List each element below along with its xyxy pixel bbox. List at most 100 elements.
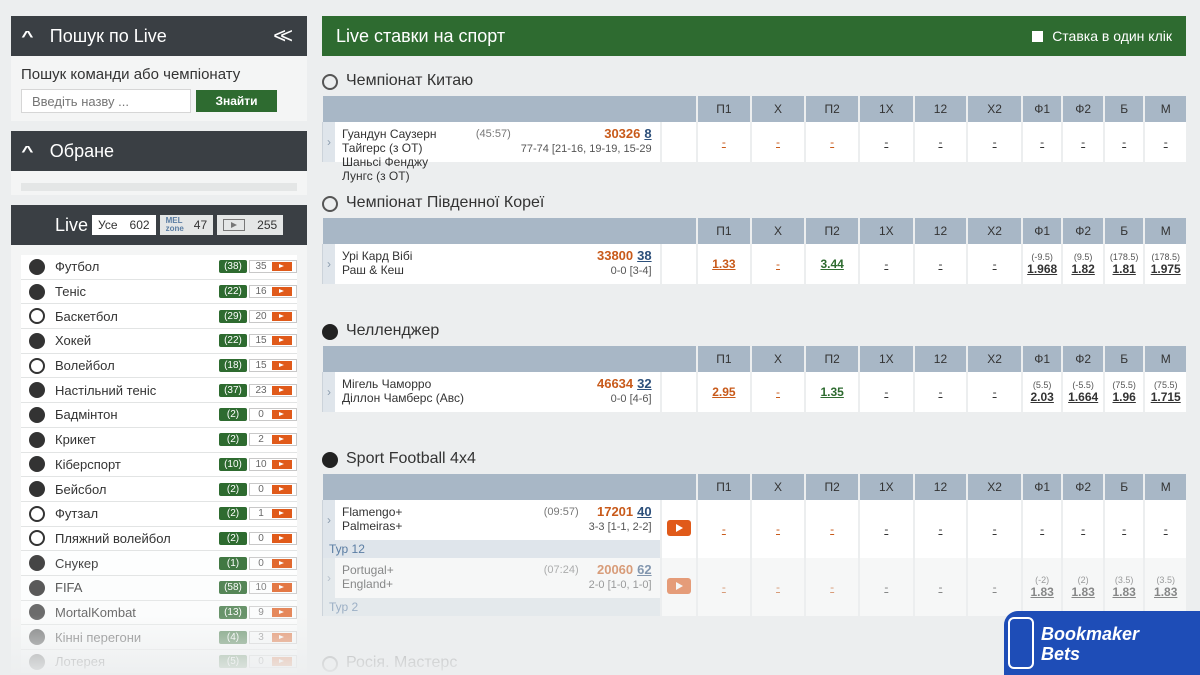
odds-value[interactable]: - <box>938 257 942 271</box>
odds-value[interactable]: 1.82 <box>1071 262 1094 276</box>
odds-cell[interactable]: 1.33 <box>696 244 751 284</box>
expand-icon[interactable]: › <box>323 372 335 412</box>
odds-value[interactable]: - <box>884 135 888 149</box>
match-row[interactable]: › Мігель Чаморро Діллон Чамберс (Авс) 46634… <box>321 372 1186 412</box>
odds-cell[interactable]: - <box>1061 122 1104 162</box>
odds-value[interactable]: - <box>776 135 780 149</box>
odds-value[interactable]: - <box>830 580 834 594</box>
sport-item[interactable]: Настільний теніс (37) 23 <box>21 378 297 404</box>
sport-video-count[interactable]: 15 <box>249 334 297 348</box>
odds-value[interactable]: 2.95 <box>712 385 735 399</box>
match-teams[interactable]: Урі Кард Вібі Раш & Кеш <box>335 244 587 284</box>
markets-count[interactable]: 40 <box>637 504 651 519</box>
sport-video-count[interactable]: 9 <box>249 605 297 619</box>
odds-value[interactable]: - <box>830 522 834 536</box>
odds-value[interactable]: - <box>722 522 726 536</box>
sport-item[interactable]: Баскетбол (29) 20 <box>21 304 297 330</box>
odds-value[interactable]: - <box>1040 135 1044 149</box>
sport-video-count[interactable]: 15 <box>249 359 297 373</box>
odds-cell[interactable]: (178.5) 1.81 <box>1102 244 1145 284</box>
play-video-icon[interactable] <box>666 577 691 594</box>
odds-value[interactable]: - <box>1122 522 1126 536</box>
search-input[interactable] <box>21 89 191 113</box>
odds-value[interactable]: - <box>938 135 942 149</box>
odds-cell[interactable]: - <box>912 372 968 412</box>
odds-value[interactable]: 1.33 <box>712 257 735 271</box>
sport-video-count[interactable]: 16 <box>249 285 297 299</box>
odds-value[interactable]: - <box>830 135 834 149</box>
odds-cell[interactable]: - <box>912 558 968 616</box>
sport-item[interactable]: Бадмінтон (2) 0 <box>21 403 297 428</box>
odds-cell[interactable]: (3.5) 1.83 <box>1102 558 1145 616</box>
odds-cell[interactable]: (-9.5) 1.968 <box>1020 244 1063 284</box>
sport-video-count[interactable]: 10 <box>249 581 297 595</box>
sport-video-count[interactable]: 3 <box>249 630 297 644</box>
odds-value[interactable]: 1.83 <box>1112 585 1135 599</box>
odds-cell[interactable]: - <box>1143 500 1186 558</box>
sport-item[interactable]: Крикет (2) 2 <box>21 427 297 453</box>
odds-cell[interactable]: - <box>966 244 1022 284</box>
odds-cell[interactable]: 2.95 <box>696 372 751 412</box>
championship-title[interactable]: Чемпіонат Південної Кореї <box>322 178 1186 218</box>
markets-count[interactable]: 8 <box>644 126 651 141</box>
odds-cell[interactable]: - <box>857 372 914 412</box>
odds-cell[interactable]: - <box>804 500 859 558</box>
odds-value[interactable]: - <box>1164 522 1168 536</box>
odds-cell[interactable]: - <box>857 500 914 558</box>
odds-cell[interactable]: - <box>912 500 968 558</box>
odds-value[interactable]: - <box>993 135 997 149</box>
match-info[interactable]: › Урі Кард Вібі Раш & Кеш 33800 38 0-0 [3-4] <box>321 244 661 284</box>
match-row[interactable]: › Flamengo+ Palmeiras+ (09:57) 17201 40 3-3 [1… <box>321 500 1186 558</box>
odds-cell[interactable]: - <box>1102 500 1145 558</box>
markets-count[interactable]: 62 <box>637 562 651 577</box>
odds-cell[interactable]: - <box>857 122 914 162</box>
match-teams[interactable]: Flamengo+ Palmeiras+ <box>335 500 519 540</box>
expand-icon[interactable]: › <box>323 122 335 162</box>
odds-cell[interactable]: - <box>749 500 806 558</box>
odds-cell[interactable]: - <box>804 122 859 162</box>
odds-value[interactable]: - <box>938 385 942 399</box>
one-click-bet[interactable]: Ставка в один клік <box>1032 28 1172 44</box>
sport-item[interactable]: MortalKombat (13) 9 <box>21 600 297 626</box>
sport-video-count[interactable]: 0 <box>249 556 297 570</box>
odds-value[interactable]: 1.83 <box>1071 585 1094 599</box>
odds-value[interactable]: - <box>722 135 726 149</box>
odds-value[interactable]: 3.44 <box>820 257 843 271</box>
sport-video-count[interactable]: 0 <box>249 531 297 545</box>
sport-item[interactable]: FIFA (58) 10 <box>21 575 297 601</box>
odds-cell[interactable]: - <box>696 500 751 558</box>
sport-item[interactable]: Футбол (38) 35 <box>21 255 297 280</box>
odds-cell[interactable]: - <box>749 558 806 616</box>
odds-value[interactable]: - <box>993 257 997 271</box>
match-teams[interactable]: Мігель Чаморро Діллон Чамберс (Авс) <box>335 372 587 412</box>
championship-title[interactable]: Челленджер <box>322 306 1186 346</box>
odds-cell[interactable]: - <box>749 372 806 412</box>
sport-video-count[interactable]: 1 <box>249 507 297 521</box>
match-row[interactable]: › Урі Кард Вібі Раш & Кеш 33800 38 0-0 [3-4] 1… <box>321 244 1186 284</box>
one-click-checkbox[interactable] <box>1032 30 1044 42</box>
odds-value[interactable]: 1.975 <box>1151 262 1181 276</box>
odds-cell[interactable]: - <box>966 558 1022 616</box>
odds-cell[interactable]: - <box>966 122 1022 162</box>
filter-video[interactable]: 255 <box>217 215 284 235</box>
sport-item[interactable]: Кіберспорт (10) 10 <box>21 452 297 478</box>
match-info[interactable]: › Гуандун Саузерн Тайгерс (з ОТ) Шаньсі Фе… <box>321 122 661 183</box>
match-info[interactable]: › Portugal+ England+ (07:24) 20060 62 2-0 [1-0… <box>321 558 661 616</box>
odds-value[interactable]: 1.664 <box>1068 390 1098 404</box>
filter-all[interactable]: Усе 602 <box>92 215 156 235</box>
odds-value[interactable]: - <box>993 522 997 536</box>
odds-value[interactable]: - <box>884 580 888 594</box>
odds-value[interactable]: 1.83 <box>1031 585 1054 599</box>
search-button[interactable]: Знайти <box>196 90 277 112</box>
sport-item[interactable]: Бейсбол (2) 0 <box>21 477 297 502</box>
championship-title[interactable]: Чемпіонат Китаю <box>322 56 1186 96</box>
odds-cell[interactable]: - <box>1020 500 1063 558</box>
odds-value[interactable]: - <box>1081 522 1085 536</box>
odds-value[interactable]: - <box>1081 135 1085 149</box>
odds-value[interactable]: 2.03 <box>1031 390 1054 404</box>
odds-value[interactable]: 1.81 <box>1112 262 1135 276</box>
odds-value[interactable]: - <box>776 385 780 399</box>
odds-cell[interactable]: - <box>696 122 751 162</box>
odds-cell[interactable]: - <box>912 244 968 284</box>
sport-item[interactable]: Хокей (22) 15 <box>21 329 297 354</box>
